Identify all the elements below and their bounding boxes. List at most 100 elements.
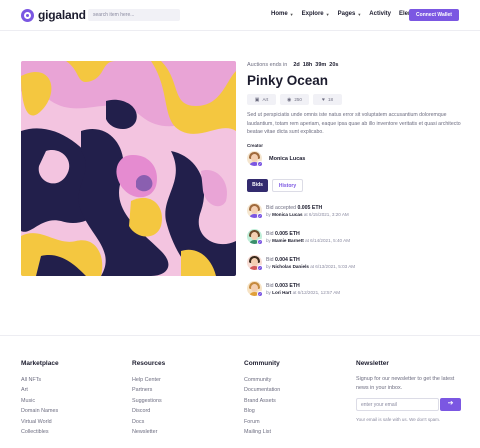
footer-link[interactable]: Blog bbox=[244, 406, 280, 416]
footer-link[interactable]: Forum bbox=[244, 417, 280, 427]
tab-bids[interactable]: Bids bbox=[247, 179, 268, 192]
bid-amount: 0.005 ETH bbox=[274, 231, 300, 237]
nav-item-pages[interactable]: Pages ▼ bbox=[338, 11, 362, 17]
bid-by: by bbox=[266, 264, 271, 269]
image-icon: ▣ bbox=[254, 96, 260, 103]
bid-tabs: Bids History bbox=[247, 179, 303, 192]
footer-link[interactable]: Help Center bbox=[132, 375, 165, 385]
tab-history[interactable]: History bbox=[272, 179, 303, 192]
arrow-right-icon: ➔ bbox=[447, 400, 454, 407]
chevron-down-icon: ▼ bbox=[357, 11, 362, 17]
email-field[interactable]: enter your email bbox=[356, 398, 439, 411]
bid-by: by bbox=[266, 212, 271, 217]
footer-link[interactable]: Newsletter bbox=[132, 427, 165, 437]
countdown-minutes: 39m bbox=[315, 62, 327, 68]
creator-name[interactable]: Monica Lucas bbox=[269, 156, 305, 162]
bid-list: ✓ Bid accepted 0.005 ETH by Monica Lucas… bbox=[247, 202, 467, 306]
footer-link[interactable]: Music bbox=[21, 396, 59, 406]
bid-time: at 6/12/2021, 12:57 AM bbox=[292, 290, 341, 295]
bidder-name[interactable]: Mamie Barnett bbox=[272, 238, 304, 243]
bidder-avatar[interactable]: ✓ bbox=[247, 229, 263, 245]
nav-label: Pages bbox=[337, 11, 356, 17]
fluid-art-illustration bbox=[21, 61, 236, 276]
footer-link[interactable]: Suggestions bbox=[132, 396, 165, 406]
verified-check-icon: ✓ bbox=[257, 239, 263, 245]
stat-category[interactable]: ▣ Art bbox=[247, 94, 276, 105]
newsletter-form: enter your email ➔ bbox=[356, 398, 461, 411]
footer-link[interactable]: Documentation bbox=[244, 385, 280, 395]
stat-likes[interactable]: ♥ 18 bbox=[313, 94, 342, 105]
bid-amount: 0.004 ETH bbox=[274, 257, 300, 263]
list-item: ✓ Bid 0.003 ETH by Lori Hart at 6/12/202… bbox=[247, 280, 467, 306]
footer-heading: Marketplace bbox=[21, 360, 59, 367]
logo[interactable]: gigaland bbox=[21, 8, 86, 22]
bid-meta: by Nicholas Daniels at 6/13/2021, 5:03 A… bbox=[266, 264, 355, 269]
footer-link[interactable]: Art bbox=[21, 385, 59, 395]
chevron-down-icon: ▼ bbox=[325, 11, 330, 17]
footer-link[interactable]: Docs bbox=[132, 417, 165, 427]
footer-link[interactable]: Mailing List bbox=[244, 427, 280, 437]
connect-wallet-button[interactable]: Connect Wallet bbox=[409, 9, 459, 21]
verified-check-icon: ✓ bbox=[257, 213, 263, 219]
bidder-avatar[interactable]: ✓ bbox=[247, 281, 263, 297]
footer-link[interactable]: Community bbox=[244, 375, 280, 385]
search-input[interactable]: search item here... bbox=[88, 9, 180, 21]
nav-label: Explore bbox=[301, 11, 324, 17]
nav-item-explore[interactable]: Explore ▼ bbox=[302, 11, 330, 17]
bid-action: Bid bbox=[266, 283, 274, 289]
list-item: ✓ Bid 0.004 ETH by Nicholas Daniels at 6… bbox=[247, 254, 467, 280]
stat-value: 250 bbox=[294, 97, 302, 102]
bid-summary: Bid 0.003 ETH bbox=[266, 282, 300, 290]
bidder-name[interactable]: Lori Hart bbox=[272, 290, 291, 295]
footer-link[interactable]: Domain Names bbox=[21, 406, 59, 416]
footer-link[interactable]: Brand Assets bbox=[244, 396, 280, 406]
bid-summary: Bid accepted 0.005 ETH bbox=[266, 204, 322, 212]
bid-time: at 6/15/2021, 3:20 AM bbox=[303, 212, 349, 217]
footer-link[interactable]: Discord bbox=[132, 406, 165, 416]
bidder-name[interactable]: Nicholas Daniels bbox=[272, 264, 309, 269]
bidder-avatar[interactable]: ✓ bbox=[247, 203, 263, 219]
footer-divider bbox=[0, 335, 480, 336]
countdown-seconds: 20s bbox=[329, 62, 339, 68]
footer-heading: Community bbox=[244, 360, 280, 367]
bid-meta: by Mamie Barnett at 6/14/2021, 5:40 AM bbox=[266, 238, 350, 243]
bid-meta: by Lori Hart at 6/12/2021, 12:57 AM bbox=[266, 290, 340, 295]
nav-label: Home bbox=[271, 11, 288, 17]
footer-link[interactable]: Partners bbox=[132, 385, 165, 395]
bid-meta: by Monica Lucas at 6/15/2021, 3:20 AM bbox=[266, 212, 349, 217]
heart-icon: ♥ bbox=[322, 96, 325, 103]
creator[interactable]: ✓ Monica Lucas bbox=[247, 151, 305, 167]
creator-label: Creator bbox=[247, 143, 264, 148]
bid-by: by bbox=[266, 290, 271, 295]
nav-item-activity[interactable]: Activity bbox=[369, 11, 391, 17]
stat-views: ◉ 250 bbox=[280, 94, 309, 105]
bid-action: Bid accepted bbox=[266, 205, 296, 211]
newsletter-note: Your email is safe with us. We don't spa… bbox=[356, 417, 441, 422]
bid-amount: 0.003 ETH bbox=[274, 283, 300, 289]
footer-link[interactable]: All NFTs bbox=[21, 375, 59, 385]
creator-avatar[interactable]: ✓ bbox=[247, 151, 263, 167]
footer-heading: Newsletter bbox=[356, 360, 389, 367]
footer-community: Community Community Documentation Brand … bbox=[244, 360, 280, 437]
list-item: ✓ Bid 0.005 ETH by Mamie Barnett at 6/14… bbox=[247, 228, 467, 254]
footer-link[interactable]: Collectibles bbox=[21, 427, 59, 437]
verified-check-icon: ✓ bbox=[257, 265, 263, 271]
footer-link[interactable]: Virtual World bbox=[21, 417, 59, 427]
countdown-days: 2d bbox=[293, 62, 300, 68]
site-header: gigaland search item here... Home ▼ Explo… bbox=[0, 0, 480, 31]
footer-newsletter: Newsletter Signup for our newsletter to … bbox=[356, 360, 461, 422]
newsletter-text: Signup for our newsletter to get the lat… bbox=[356, 376, 455, 391]
bidder-name[interactable]: Monica Lucas bbox=[272, 212, 302, 217]
subscribe-button[interactable]: ➔ bbox=[440, 398, 461, 411]
logo-icon bbox=[21, 8, 34, 22]
chevron-down-icon: ▼ bbox=[289, 11, 294, 17]
nav-item-home[interactable]: Home ▼ bbox=[271, 11, 294, 17]
countdown-timer: 2d 18h 39m 20s bbox=[293, 62, 341, 68]
bid-summary: Bid 0.005 ETH bbox=[266, 230, 300, 238]
list-item: ✓ Bid accepted 0.005 ETH by Monica Lucas… bbox=[247, 202, 467, 228]
bidder-avatar[interactable]: ✓ bbox=[247, 255, 263, 271]
nav-label: Activity bbox=[369, 11, 391, 17]
auction-countdown: Auctions ends in 2d 18h 39m 20s bbox=[247, 62, 341, 68]
logo-text: gigaland bbox=[38, 8, 86, 22]
nft-artwork-image bbox=[21, 61, 236, 276]
